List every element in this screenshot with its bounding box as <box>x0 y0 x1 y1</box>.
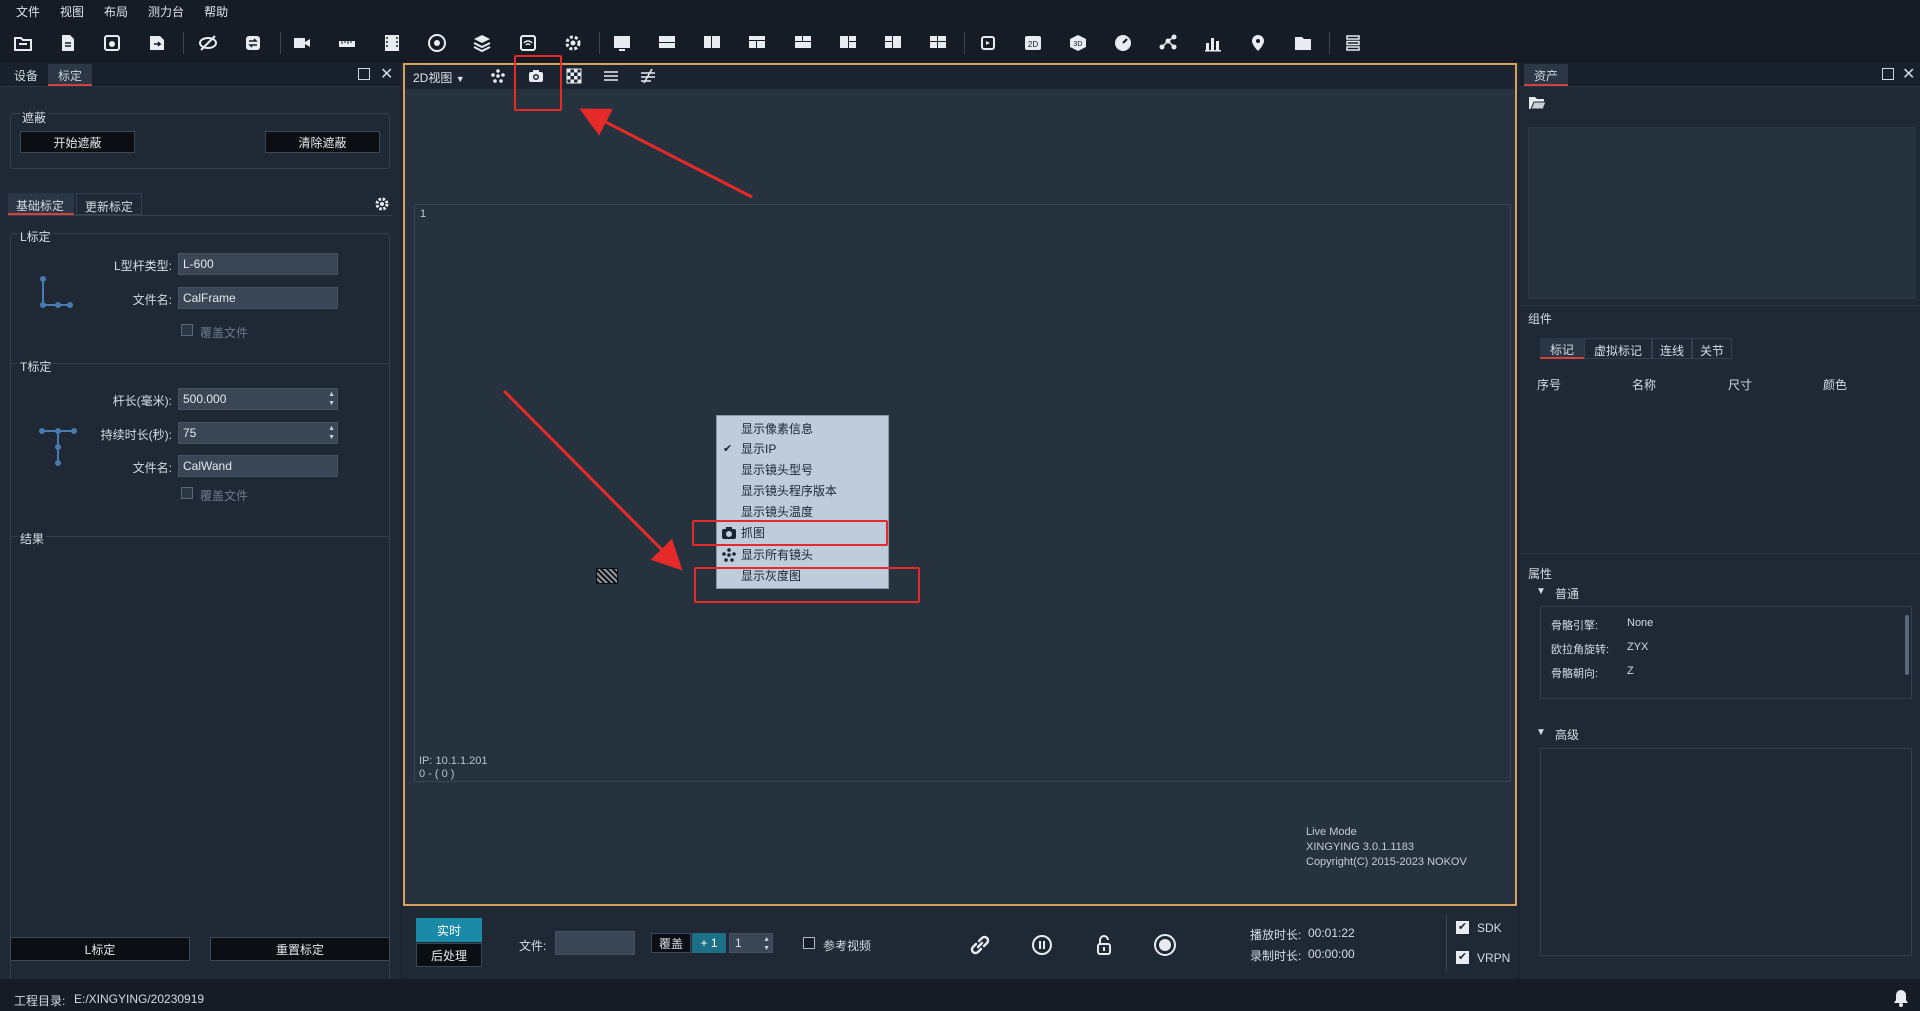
advanced-properties-box <box>1540 748 1912 956</box>
project-dir-path: E:/XINGYING/20230919 <box>74 992 205 1006</box>
plus-one-button[interactable]: + 1 <box>692 933 726 953</box>
file-field[interactable] <box>555 931 635 955</box>
prop-euler-label: 欧拉角旋转: <box>1551 644 1610 656</box>
tab-joints[interactable]: 关节 <box>1692 338 1732 359</box>
overlay-count-spinner-icon[interactable]: ▲ ▼ <box>763 935 770 953</box>
play-duration-value: 00:01:22 <box>1308 926 1355 940</box>
normal-section-title[interactable]: 普通 <box>1555 585 1579 602</box>
right-panel: 资产 ✕ 组件 标记 虚拟标记 连线 关节 序号 名称 尺寸 颜色 属性 ▼ 普… <box>1520 63 1920 979</box>
tab-virtual-markers[interactable]: 虚拟标记 <box>1584 338 1652 359</box>
bell-icon[interactable] <box>1892 988 1910 1011</box>
overlay-button[interactable]: 覆盖 <box>651 933 691 953</box>
reference-video-checkbox[interactable] <box>803 937 815 949</box>
tab-links[interactable]: 连线 <box>1652 338 1692 359</box>
prop-skeleton-engine-label: 骨骼引擎: <box>1551 620 1599 632</box>
pause-icon[interactable] <box>1030 933 1054 960</box>
right-tab-header: 资产 <box>1520 63 1920 87</box>
record-button-icon[interactable] <box>1153 933 1177 960</box>
asset-list[interactable] <box>1528 127 1916 299</box>
sdk-label: SDK <box>1477 921 1502 935</box>
record-duration-value: 00:00:00 <box>1308 947 1355 961</box>
record-duration-label: 录制时长: <box>1250 949 1302 963</box>
components-title: 组件 <box>1528 312 1553 326</box>
expand-triangle-icon[interactable]: ▼ <box>1536 727 1546 738</box>
tab-markers[interactable]: 标记 <box>1540 338 1584 359</box>
col-size: 尺寸 <box>1728 378 1753 392</box>
project-dir-label: 工程目录: <box>14 994 66 1008</box>
properties-scrollbar[interactable] <box>1905 615 1909 675</box>
col-name: 名称 <box>1632 378 1657 392</box>
tab-assets[interactable]: 资产 <box>1524 64 1569 86</box>
vrpn-label: VRPN <box>1477 951 1511 965</box>
sdk-checkbox[interactable]: ✔ <box>1456 921 1469 934</box>
file-label: 文件: <box>519 939 547 953</box>
overlay-count-value: 1 <box>735 936 742 950</box>
properties-title: 属性 <box>1528 567 1553 581</box>
col-color: 颜色 <box>1823 378 1848 392</box>
divider <box>1520 305 1920 306</box>
vrpn-checkbox[interactable]: ✔ <box>1456 951 1469 964</box>
play-duration-label: 播放时长: <box>1250 928 1302 942</box>
unlock-icon[interactable] <box>1092 933 1116 960</box>
col-index: 序号 <box>1537 378 1562 392</box>
overlay-count-field[interactable]: 1 ▲ ▼ <box>729 933 773 953</box>
prop-bone-axis-label: 骨骼朝向: <box>1551 668 1599 680</box>
link-icon[interactable] <box>968 933 992 960</box>
expand-triangle-icon[interactable]: ▼ <box>1536 586 1546 597</box>
prop-euler-value[interactable]: ZYX <box>1627 641 1648 653</box>
prop-skeleton-engine-value[interactable]: None <box>1627 617 1653 629</box>
divider <box>1520 553 1920 554</box>
normal-properties-box: 骨骼引擎: None 欧拉角旋转: ZYX 骨骼朝向: Z <box>1540 606 1912 699</box>
postprocess-button[interactable]: 后处理 <box>416 943 482 967</box>
prop-bone-axis-value[interactable]: Z <box>1627 665 1634 677</box>
reference-video-label: 参考视频 <box>823 939 872 953</box>
open-asset-folder-icon[interactable] <box>1528 95 1547 114</box>
status-bar <box>0 979 1920 1011</box>
bottom-divider <box>1446 914 1447 972</box>
close-icon[interactable]: ✕ <box>1902 64 1915 84</box>
float-icon[interactable] <box>1882 68 1894 80</box>
realtime-button[interactable]: 实时 <box>416 918 482 942</box>
advanced-section-title[interactable]: 高级 <box>1555 726 1579 743</box>
